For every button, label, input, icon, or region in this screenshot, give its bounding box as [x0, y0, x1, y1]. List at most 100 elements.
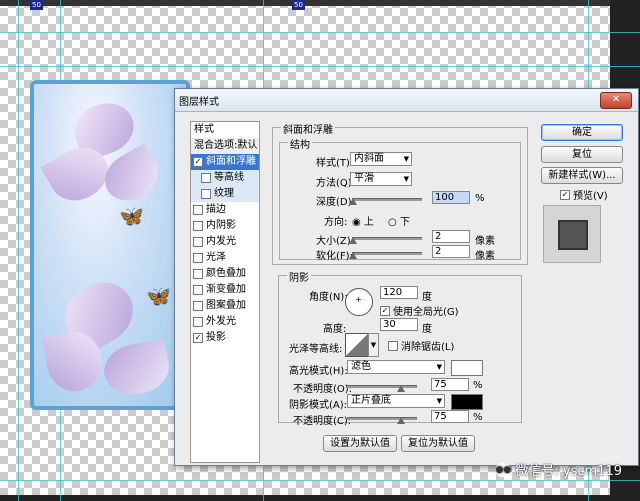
style-item-contour[interactable]: 等高线 [191, 170, 259, 186]
dialog-titlebar[interactable]: 图层样式 [175, 89, 638, 112]
watermark: ●● 微信号: yscm119 [495, 460, 622, 479]
direction-up-radio[interactable]: ◉ 上 [352, 213, 374, 228]
angle-dial[interactable]: + [345, 288, 373, 316]
checkbox-icon[interactable] [388, 340, 398, 351]
bevel-emboss-group: 斜面和浮雕 结构 样式(T): 内斜面 方法(Q): 平滑 深度(D): 100… [272, 121, 528, 265]
style-item-pattern-overlay[interactable]: 图案叠加 [191, 298, 259, 314]
checkbox-icon[interactable] [201, 173, 211, 183]
make-default-button[interactable]: 设置为默认值 [323, 435, 397, 452]
size-slider[interactable] [352, 237, 422, 240]
styles-list: 样式 混合选项:默认 ✓ 斜面和浮雕 等高线 纹理 描边 内阴影 内发光 光泽 颜… [190, 121, 260, 463]
guide-line [0, 32, 640, 33]
guide-line [0, 480, 640, 481]
shadow-opacity-unit: % [473, 412, 483, 423]
gloss-contour-picker[interactable] [345, 333, 369, 357]
reset-default-button[interactable]: 复位为默认值 [401, 435, 475, 452]
depth-input[interactable]: 100 [432, 191, 470, 204]
shading-group: 阴影 角度(N): + 120 度 ✓ 使用全局光(G) 高度: 30 度 光泽等… [278, 269, 522, 427]
style-label: 样式(T): [316, 158, 354, 169]
size-input[interactable]: 2 [432, 230, 470, 243]
checkbox-icon[interactable] [193, 269, 203, 279]
shading-title: 阴影 [287, 269, 311, 284]
style-item-label: 投影 [206, 332, 226, 343]
direction-down-radio[interactable]: ○ 下 [388, 213, 410, 228]
highlight-mode-select[interactable]: 滤色 [347, 360, 445, 374]
highlight-opacity-label: 不透明度(O): [293, 384, 353, 395]
depth-slider[interactable] [352, 198, 422, 201]
highlight-opacity-thumb[interactable] [397, 385, 405, 392]
soften-slider-thumb[interactable] [349, 252, 357, 259]
anti-alias-checkbox[interactable]: 消除锯齿(L) [388, 338, 454, 353]
chevron-down-icon[interactable]: ▼ [368, 333, 379, 357]
technique-select[interactable]: 平滑 [350, 172, 412, 186]
style-item-inner-glow[interactable]: 内发光 [191, 234, 259, 250]
guide-line [18, 0, 19, 501]
direction-down-label: 下 [399, 217, 410, 228]
soften-input[interactable]: 2 [432, 245, 470, 258]
preview-checkbox[interactable]: ✓ 预览(V) [560, 187, 608, 202]
style-item-satin[interactable]: 光泽 [191, 250, 259, 266]
global-light-checkbox[interactable]: ✓ 使用全局光(G) [380, 303, 459, 318]
style-item-label: 光泽 [206, 252, 226, 263]
checkbox-icon[interactable] [193, 301, 203, 311]
new-style-button[interactable]: 新建样式(W)... [541, 167, 623, 184]
altitude-input[interactable]: 30 [380, 318, 418, 331]
soften-unit: 像素 [475, 251, 495, 262]
checkbox-icon[interactable] [193, 317, 203, 327]
styles-header[interactable]: 样式 [191, 122, 259, 138]
gloss-contour-label: 光泽等高线: [289, 344, 343, 355]
guide-line [0, 66, 640, 67]
altitude-unit: 度 [422, 324, 432, 335]
global-light-label: 使用全局光(G) [393, 307, 459, 318]
altitude-label: 高度: [323, 324, 347, 335]
structure-group: 结构 样式(T): 内斜面 方法(Q): 平滑 深度(D): 100 % 方向:… [279, 136, 521, 262]
size-slider-thumb[interactable] [349, 237, 357, 244]
layer-photo: 🦋 🦋 [30, 80, 190, 410]
shadow-opacity-slider[interactable] [347, 417, 417, 420]
style-item-inner-shadow[interactable]: 内阴影 [191, 218, 259, 234]
highlight-opacity-slider[interactable] [347, 385, 417, 388]
checkbox-icon[interactable] [193, 285, 203, 295]
close-button[interactable]: ✕ [600, 92, 632, 109]
shadow-color-swatch[interactable] [451, 394, 483, 410]
angle-input[interactable]: 120 [380, 286, 418, 299]
reset-button[interactable]: 复位 [541, 146, 623, 163]
anti-alias-label: 消除锯齿(L) [401, 342, 455, 353]
shadow-mode-select[interactable]: 正片叠底 [347, 394, 445, 408]
shadow-opacity-input[interactable]: 75 [431, 410, 469, 423]
checkbox-checked-icon[interactable]: ✓ [193, 157, 203, 167]
document-top-bar [0, 0, 640, 6]
checkbox-icon[interactable] [193, 253, 203, 263]
depth-slider-thumb[interactable] [349, 198, 357, 205]
highlight-color-swatch[interactable] [451, 360, 483, 376]
checkbox-checked-icon[interactable]: ✓ [380, 305, 390, 316]
checkbox-icon[interactable] [193, 221, 203, 231]
checkbox-icon[interactable] [193, 237, 203, 247]
shadow-opacity-thumb[interactable] [397, 417, 405, 424]
soften-slider[interactable] [352, 252, 422, 255]
structure-title: 结构 [288, 136, 312, 151]
style-item-stroke[interactable]: 描边 [191, 202, 259, 218]
checkbox-checked-icon[interactable]: ✓ [560, 189, 570, 200]
checkbox-checked-icon[interactable]: ✓ [193, 333, 203, 343]
style-item-label: 描边 [206, 204, 226, 215]
butterfly-icon: 🦋 [146, 284, 171, 308]
style-item-outer-glow[interactable]: 外发光 [191, 314, 259, 330]
blend-options-item[interactable]: 混合选项:默认 [191, 138, 259, 154]
ok-button[interactable]: 确定 [541, 124, 623, 141]
style-item-color-overlay[interactable]: 颜色叠加 [191, 266, 259, 282]
ruler-tag: 50 [292, 0, 305, 10]
style-select[interactable]: 内斜面 [350, 152, 412, 166]
checkbox-icon[interactable] [201, 189, 211, 199]
style-item-drop-shadow[interactable]: ✓ 投影 [191, 330, 259, 346]
style-item-bevel[interactable]: ✓ 斜面和浮雕 [191, 154, 259, 170]
highlight-opacity-input[interactable]: 75 [431, 378, 469, 391]
angle-unit: 度 [422, 292, 432, 303]
style-item-label: 内发光 [206, 236, 236, 247]
style-item-texture[interactable]: 纹理 [191, 186, 259, 202]
style-item-label: 颜色叠加 [206, 268, 246, 279]
style-item-gradient-overlay[interactable]: 渐变叠加 [191, 282, 259, 298]
dialog-title: 图层样式 [179, 96, 219, 108]
style-item-label: 渐变叠加 [206, 284, 246, 295]
checkbox-icon[interactable] [193, 205, 203, 215]
